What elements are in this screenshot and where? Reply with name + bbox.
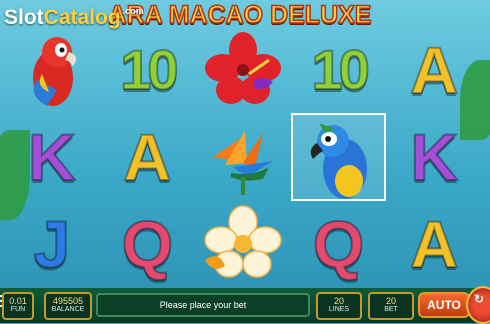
symbol-K: K — [409, 119, 459, 194]
balance-box: 495505 BALANCE — [44, 292, 92, 320]
parrot-red-icon — [32, 36, 76, 106]
reel-4-row-2 — [290, 113, 387, 201]
symbol-K: K — [27, 119, 77, 194]
hibiscus-icon — [204, 31, 281, 104]
reel-2-row-1: 10 — [100, 26, 196, 113]
reel-1-row-3: J — [4, 201, 100, 288]
symbol-A: A — [123, 119, 173, 194]
bet-selector[interactable]: 20 BET — [368, 292, 414, 320]
reel-grid: 10 10 A K A K J Q Q A — [4, 26, 482, 288]
symbol-A: A — [409, 207, 459, 282]
reel-3-row-3 — [195, 201, 291, 288]
reel-5-row-1: A — [386, 26, 482, 113]
spin-icon: ↻ — [474, 292, 485, 306]
reel-2-row-2: A — [100, 113, 196, 200]
reel-5-row-2: K — [386, 113, 482, 200]
symbol-Q: Q — [312, 207, 365, 282]
reel-3-row-2 — [195, 113, 291, 200]
auto-button[interactable]: AUTO — [418, 292, 470, 318]
symbol-10: 10 — [119, 37, 179, 101]
parrot-blue-icon — [310, 122, 367, 199]
reel-1-row-1 — [4, 26, 100, 113]
symbol-Q: Q — [121, 207, 174, 282]
reel-4-row-3: Q — [291, 201, 387, 288]
reel-4-row-1: 10 — [291, 26, 387, 113]
symbol-J: J — [32, 207, 71, 282]
lines-selector[interactable]: 20 LINES — [316, 292, 362, 320]
plumeria-icon — [204, 205, 282, 279]
reel-1-row-2: K — [4, 113, 100, 200]
coin-value-box[interactable]: 0.01 FUN — [2, 292, 34, 320]
symbol-A: A — [409, 32, 459, 107]
reel-2-row-3: Q — [100, 201, 196, 288]
status-message: Please place your bet — [96, 293, 310, 317]
symbol-10: 10 — [310, 37, 370, 101]
reel-3-row-1 — [195, 26, 291, 113]
reel-5-row-3: A — [386, 201, 482, 288]
bird-of-paradise-icon — [212, 130, 273, 195]
